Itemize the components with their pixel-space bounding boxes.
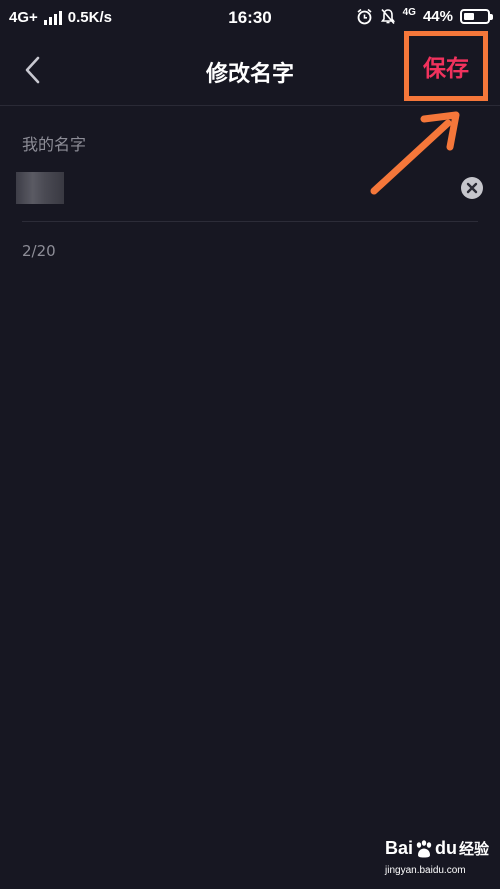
char-count: 2/20 <box>22 242 56 260</box>
battery-icon <box>460 9 493 24</box>
mobile-data-tag: 4G <box>402 7 416 18</box>
name-input[interactable] <box>16 172 64 204</box>
baidu-watermark: Bai du 经验 jingyan.baidu.com <box>385 838 495 884</box>
save-highlight-box: 保存 <box>404 31 488 101</box>
clear-icon <box>466 182 478 194</box>
input-divider <box>22 221 478 222</box>
baidu-logo: Bai du 经验 <box>385 838 489 859</box>
logo-suffix: 经验 <box>459 841 490 858</box>
battery-percent: 44% <box>422 8 453 25</box>
bell-muted-icon <box>380 8 395 25</box>
nav-bar: 修改名字 保存 <box>0 31 500 106</box>
battery-fill <box>464 13 474 20</box>
logo-text-bai: Bai <box>385 838 414 858</box>
alarm-clock-icon <box>357 8 372 25</box>
watermark-url: jingyan.baidu.com <box>385 865 466 876</box>
logo-text-du: du <box>435 838 458 858</box>
screen: 4G+ 0.5K/s 16:30 4G 44% 修改名字 保存 我的名字 2/2… <box>0 0 500 889</box>
name-field-label: 我的名字 <box>22 135 87 154</box>
save-button[interactable]: 保存 <box>409 49 483 83</box>
clear-button[interactable] <box>461 177 483 199</box>
status-right: 4G 44% <box>356 7 493 25</box>
name-input-row[interactable] <box>0 164 500 220</box>
baidu-paw-icon <box>416 839 432 857</box>
